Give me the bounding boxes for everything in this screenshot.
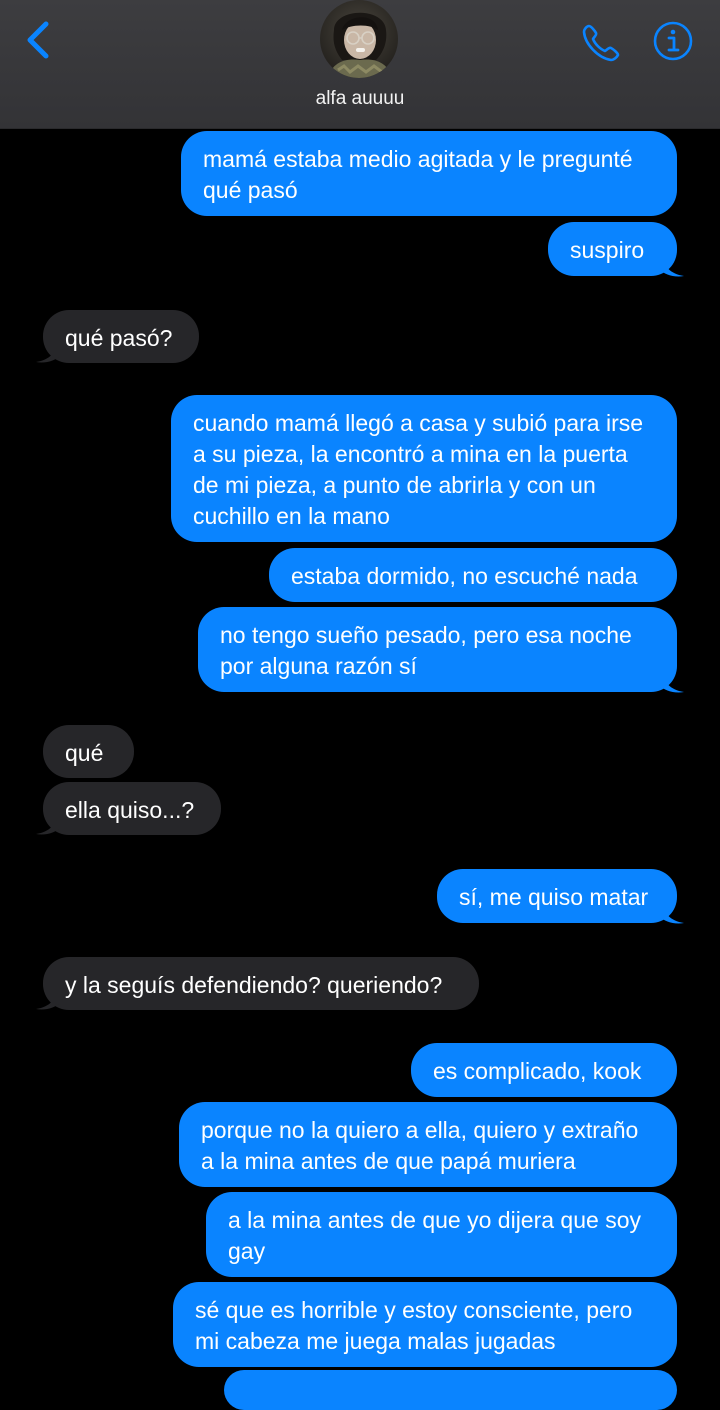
outgoing-bubble-tail — [660, 670, 684, 693]
message-text: sí, me quiso matar — [459, 884, 649, 910]
message-text: y la seguís defendiendo? queriendo? — [65, 972, 443, 998]
outgoing-message[interactable]: cuando mamá llegó a casa y subió para ir… — [171, 395, 677, 542]
message-text: ella quiso...? — [65, 797, 195, 823]
outgoing-message[interactable]: suspiro — [548, 222, 677, 276]
outgoing-message[interactable]: porque no la quiero a ella, quiero y ext… — [179, 1102, 677, 1187]
message-text: suspiro — [570, 237, 645, 263]
message-text: porque no la quiero a ella, quiero y ext… — [201, 1117, 639, 1174]
message-text: a la mina antes de que yo dijera que soy… — [228, 1207, 641, 1264]
message-text: cuando mamá llegó a casa y subió para ir… — [193, 410, 644, 529]
outgoing-message[interactable]: a la mina antes de que yo dijera que soy… — [206, 1192, 677, 1277]
incoming-message[interactable]: ella quiso...? — [43, 782, 221, 835]
message-text: qué — [65, 740, 104, 766]
outgoing-message[interactable]: sé que es horrible y estoy consciente, p… — [173, 1282, 677, 1367]
outgoing-message[interactable]: mamá estaba medio agitada y le pregunté … — [181, 131, 677, 216]
message-text: mamá estaba medio agitada y le pregunté … — [203, 146, 633, 203]
contact-name[interactable]: alfa auuuu — [0, 88, 720, 110]
message-thread[interactable]: mamá estaba medio agitada y le pregunté … — [0, 0, 720, 1410]
outgoing-message[interactable]: no tengo sueño pesado, pero esa noche po… — [198, 607, 677, 692]
incoming-message[interactable]: y la seguís defendiendo? queriendo? — [43, 957, 479, 1010]
incoming-message[interactable]: qué pasó? — [43, 310, 199, 363]
incoming-bubble-tail — [36, 987, 60, 1010]
chevron-left-icon[interactable] — [18, 18, 62, 62]
outgoing-bubble-tail — [660, 901, 684, 924]
message-text: es complicado, kook — [433, 1058, 642, 1084]
outgoing-message[interactable]: estaba dormido, no escuché nada — [269, 548, 677, 602]
incoming-message[interactable]: qué — [43, 725, 134, 778]
incoming-bubble-tail — [36, 340, 60, 363]
outgoing-message[interactable]: sí, me quiso matar — [437, 869, 677, 923]
message-text: no tengo sueño pesado, pero esa noche po… — [220, 622, 632, 679]
avatar-photo — [320, 0, 398, 78]
info-icon[interactable] — [652, 20, 694, 62]
outgoing-message[interactable]: es complicado, kook — [411, 1043, 677, 1097]
message-text: sé que es horrible y estoy consciente, p… — [195, 1297, 633, 1354]
avatar[interactable] — [320, 0, 398, 78]
outgoing-message-partial[interactable] — [224, 1370, 677, 1410]
message-text: estaba dormido, no escuché nada — [291, 563, 638, 589]
outgoing-bubble-tail — [660, 254, 684, 277]
incoming-bubble-tail — [36, 812, 60, 835]
conversation-header: alfa auuuu — [0, 0, 720, 129]
phone-icon[interactable] — [580, 20, 624, 64]
message-text: qué pasó? — [65, 325, 173, 351]
